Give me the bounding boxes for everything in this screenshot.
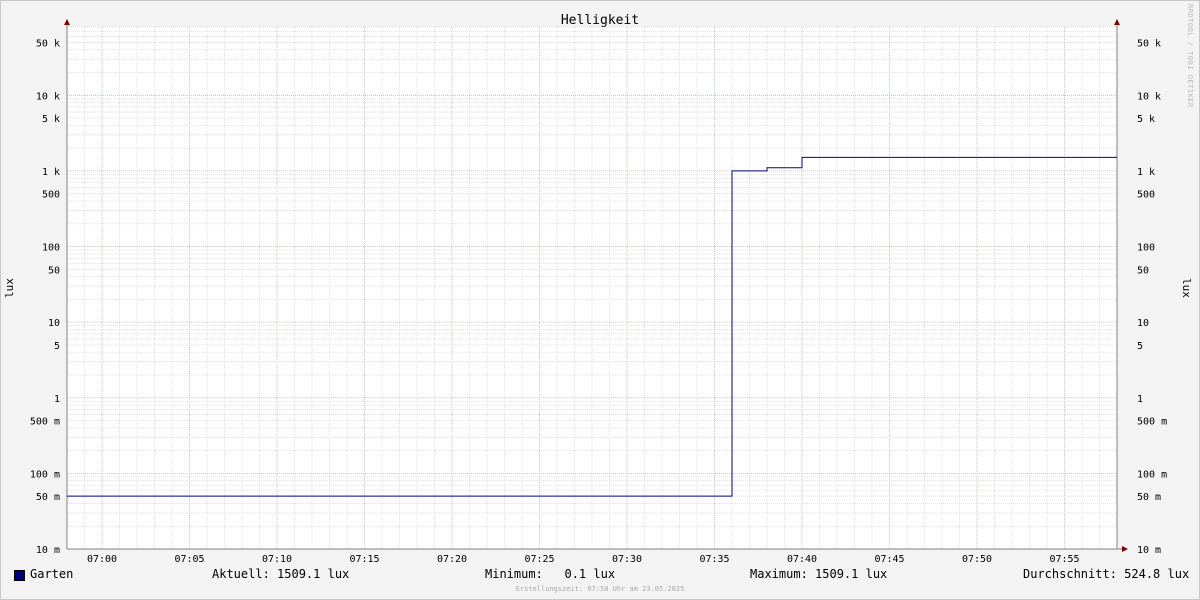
y-tick-label-right: 500 m [1137, 417, 1167, 428]
y-tick-label-left: 50 m [36, 492, 60, 503]
legend-maximum: Maximum: 1509.1 lux [750, 567, 888, 581]
x-tick-label: 07:30 [612, 554, 642, 565]
y-tick-label-right: 50 m [1137, 492, 1161, 503]
x-tick-label: 07:25 [524, 554, 554, 565]
legend: Garten Aktuell: 1509.1 lux Minimum: 0.1 … [0, 567, 1200, 583]
y-tick-label-left: 500 m [30, 417, 60, 428]
y-tick-label-left: 100 [42, 243, 60, 254]
y-tick-label-left: 10 k [36, 91, 60, 102]
y-tick-label-right: 50 k [1137, 38, 1161, 49]
y-tick-label-right: 100 [1137, 243, 1155, 254]
x-tick-label: 07:55 [1049, 554, 1079, 565]
x-axis-arrow [1122, 546, 1128, 552]
y-tick-label-left: 10 m [36, 545, 60, 556]
y-tick-label-right: 50 [1137, 265, 1149, 276]
y-tick-label-right: 10 [1137, 318, 1149, 329]
x-tick-label: 07:15 [349, 554, 379, 565]
y-tick-label-right: 10 k [1137, 91, 1161, 102]
y-axis-arrow-right [1114, 19, 1120, 25]
y-tick-label-left: 10 [48, 318, 60, 329]
y-tick-label-left: 1 k [42, 167, 60, 178]
y-ticks-left: 50 k 10 k 5 k 1 k 500 100 50 10 5 1 500 m 100 m 50 m… [30, 38, 60, 556]
y-axis-label-right: lux [1180, 278, 1193, 298]
y-tick-label-left: 5 [54, 341, 60, 352]
x-tick-label: 07:45 [874, 554, 904, 565]
y-ticks-right: 50 k 10 k 5 k 1 k 500 100 50 10 5 1 500 m 100 m 50 m… [1137, 38, 1167, 556]
legend-minimum: Minimum: 0.1 lux [485, 567, 616, 581]
x-ticks: 07:00 07:05 07:10 07:15 07:20 07:25 07:30 07:35… [87, 554, 1080, 565]
x-tick-label: 07:40 [787, 554, 817, 565]
x-tick-label: 07:10 [262, 554, 292, 565]
x-tick-label: 07:05 [174, 554, 204, 565]
legend-current: Aktuell: 1509.1 lux [212, 567, 350, 581]
y-tick-label-left: 50 [48, 265, 60, 276]
y-tick-label-right: 5 k [1137, 114, 1155, 125]
x-tick-label: 07:50 [962, 554, 992, 565]
y-tick-label-left: 5 k [42, 114, 60, 125]
legend-series-name: Garten [30, 567, 74, 581]
y-tick-label-right: 1 [1137, 394, 1143, 405]
y-tick-label-right: 10 m [1137, 545, 1161, 556]
y-axis-label-left: lux [3, 278, 16, 298]
x-tick-label: 07:35 [699, 554, 729, 565]
y-tick-label-left: 500 [42, 190, 60, 201]
y-tick-label-left: 100 m [30, 469, 60, 480]
y-tick-label-right: 100 m [1137, 469, 1167, 480]
y-tick-label-left: 50 k [36, 38, 60, 49]
x-tick-label: 07:00 [87, 554, 117, 565]
y-tick-label-left: 1 [54, 394, 60, 405]
chart-svg: Helligkeit 50 k10 k5 k1 k500100501051500… [3, 4, 1194, 565]
x-tick-label: 07:20 [437, 554, 467, 565]
chart-title: Helligkeit [561, 13, 639, 28]
legend-average: Durchschnitt: 524.8 lux [1023, 567, 1190, 581]
y-tick-label-right: 5 [1137, 341, 1143, 352]
creation-time: Erstellungszeit: 07:58 Uhr am 23.05.2025 [515, 585, 685, 593]
y-axis-arrow-left [64, 19, 70, 25]
y-tick-label-right: 1 k [1137, 167, 1155, 178]
watermark: RRDTOOL / TOBI OETIKER [1186, 4, 1194, 108]
y-tick-label-right: 500 [1137, 190, 1155, 201]
